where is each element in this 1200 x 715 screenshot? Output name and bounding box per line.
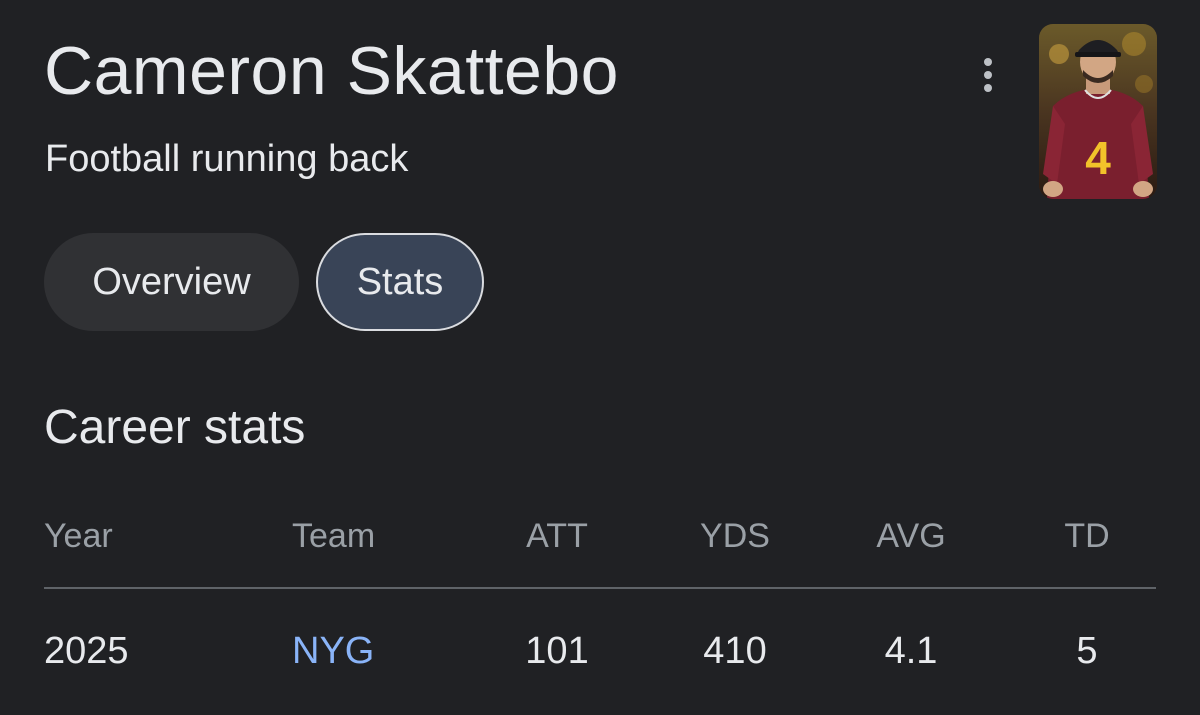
career-stats-heading: Career stats [44,401,306,454]
column-header-team: Team [292,517,376,555]
cell-team-link[interactable]: NYG [292,630,374,673]
player-photo-image: 4 [1039,24,1157,199]
cell-yds: 410 [703,630,767,672]
jersey-number: 4 [1085,132,1111,184]
dot [984,84,992,92]
cell-td: 5 [1076,630,1098,672]
column-header-year: Year [44,517,113,555]
tab-overview[interactable]: Overview [44,233,299,331]
table-divider [44,587,1156,589]
entity-title: Cameron Skattebo [44,33,619,109]
tab-stats[interactable]: Stats [316,233,484,331]
column-header-avg: AVG [876,517,946,555]
dot [984,58,992,66]
column-header-att: ATT [526,517,588,555]
player-photo[interactable]: 4 [1039,24,1157,199]
column-header-yds: YDS [700,517,770,555]
dot [984,71,992,79]
cell-att: 101 [525,630,589,672]
entity-description: Football running back [45,138,409,180]
cell-avg: 4.1 [884,630,938,672]
column-header-td: TD [1064,517,1110,555]
cell-year: 2025 [44,630,129,672]
knowledge-panel: Cameron Skattebo Football running back 4… [0,0,1200,715]
more-options-icon[interactable] [966,50,1010,100]
